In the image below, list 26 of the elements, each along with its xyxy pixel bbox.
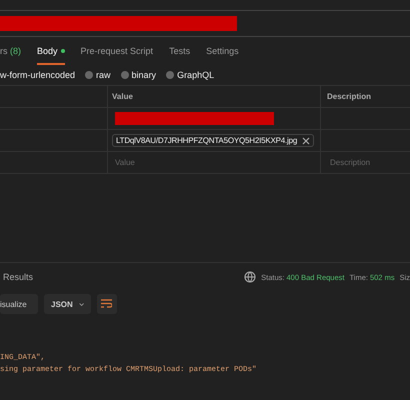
request-tab[interactable]: Tests <box>169 39 190 65</box>
description-input-field[interactable]: Description <box>327 158 410 167</box>
visualize-button[interactable]: isualize <box>0 294 38 314</box>
file-name: LTDqlV8AU/D7JRHHPFZQNTA5OYQ5H2I5KXP4.jpg <box>116 136 298 145</box>
radio-button[interactable] <box>166 71 174 79</box>
request-tab[interactable]: Body <box>37 39 65 65</box>
globe-icon[interactable] <box>244 271 256 283</box>
radio-button[interactable] <box>85 71 94 79</box>
format-dropdown[interactable]: JSON <box>44 294 91 314</box>
value-input-field[interactable]: Value <box>112 158 198 167</box>
body-type-option[interactable]: w-form-urlencoded <box>0 70 76 80</box>
request-tab[interactable]: rs (8) <box>0 39 22 65</box>
wrap-lines-icon <box>101 299 112 309</box>
file-chip[interactable]: LTDqlV8AU/D7JRHHPFZQNTA5OYQ5H2I5KXP4.jpg <box>112 134 314 147</box>
body-type-option[interactable]: raw <box>96 70 111 80</box>
chevron-down-icon <box>78 302 84 306</box>
wrap-lines-button[interactable] <box>97 294 117 314</box>
request-tab[interactable]: Pre-request Script <box>80 39 154 65</box>
close-icon[interactable] <box>302 136 310 144</box>
results-tab[interactable]: Results <box>3 272 34 282</box>
column-header: Value <box>112 92 133 101</box>
request-tab[interactable]: Settings <box>206 39 239 65</box>
radio-button[interactable] <box>120 71 129 79</box>
body-type-option[interactable]: GraphQL <box>177 70 214 80</box>
column-header: Description <box>327 92 372 101</box>
body-type-option[interactable]: binary <box>132 70 156 80</box>
